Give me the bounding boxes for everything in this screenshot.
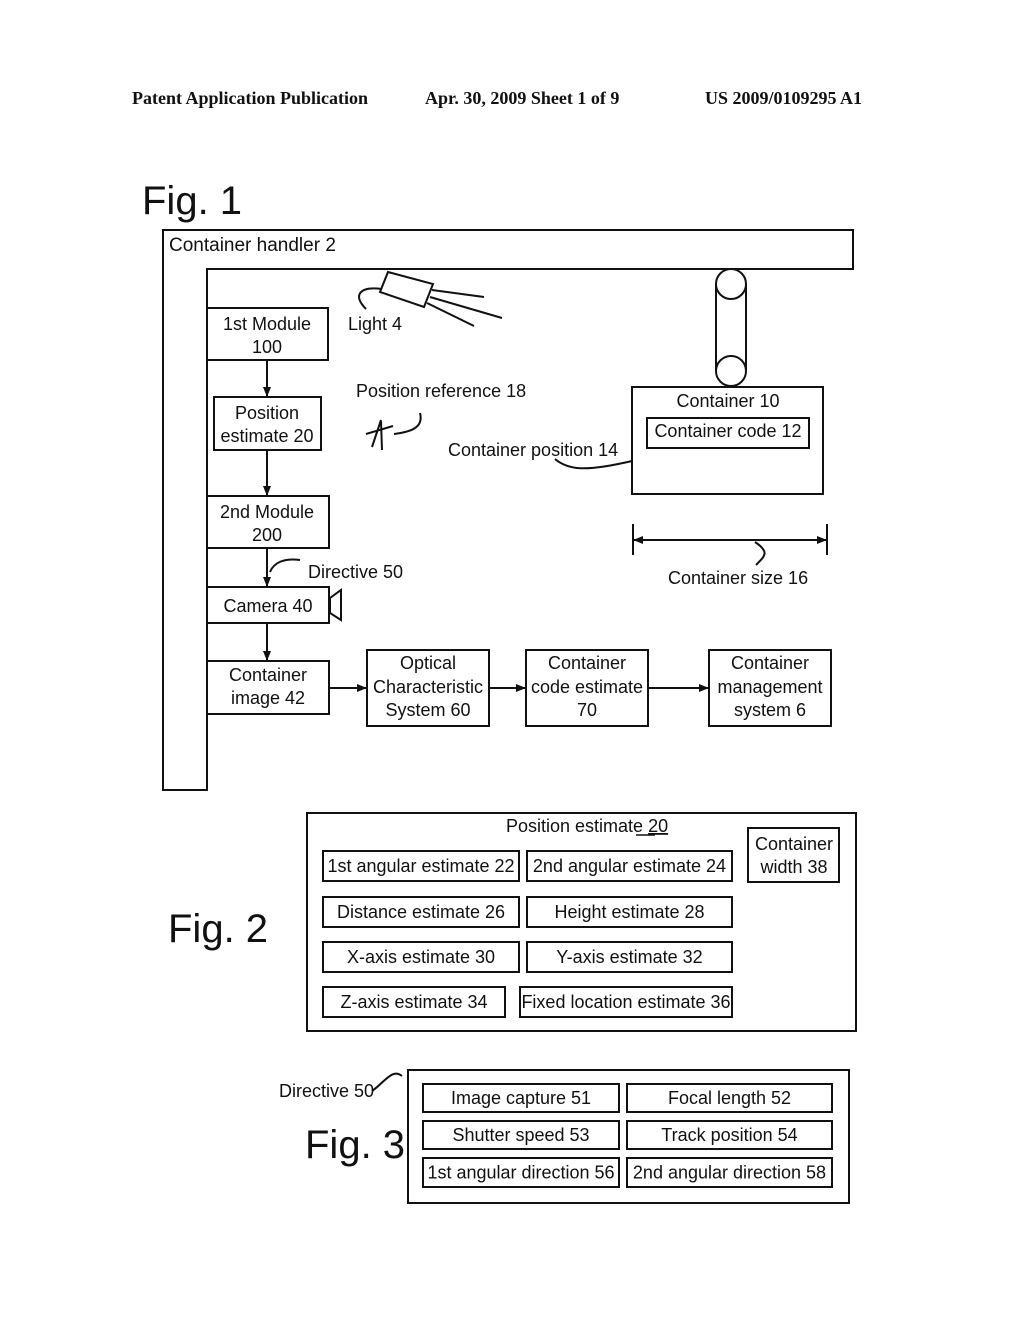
position-estimate-line1: Position — [235, 403, 299, 423]
management-line3: system 6 — [734, 700, 806, 720]
fig2-label: Fig. 2 — [168, 907, 268, 951]
second-module-line2: 200 — [252, 525, 282, 545]
directive-item-label: Focal length 52 — [668, 1088, 791, 1108]
fig3-directive-label: Directive 50 — [279, 1081, 374, 1101]
camera-box: Camera 40 — [206, 586, 342, 624]
position-estimate-box: Position estimate 20 — [213, 396, 322, 451]
container-label: Container 10 — [676, 391, 779, 411]
position-estimate-item: 1st angular estimate 22 — [322, 850, 520, 882]
camera-label: Camera 40 — [223, 596, 312, 616]
position-estimate-item: Height estimate 28 — [526, 896, 733, 928]
camera-lens-icon — [329, 588, 342, 622]
directive-item: Track position 54 — [626, 1120, 833, 1150]
position-estimate-item: Distance estimate 26 — [322, 896, 520, 928]
patent-drawing: Fig. 1 Container handler 2 Light 4 1st M… — [142, 179, 857, 1204]
container-box: Container 10 Container code 12 — [631, 386, 824, 495]
position-estimate-item-label: 1st angular estimate 22 — [327, 856, 514, 876]
first-module-line2: 100 — [252, 337, 282, 357]
light-label: Light 4 — [348, 314, 402, 334]
container-image-line2: image 42 — [231, 688, 305, 708]
first-module-line1: 1st Module — [223, 314, 311, 334]
position-estimate-item: Fixed location estimate 36 — [519, 986, 733, 1018]
management-box: Container management system 6 — [708, 649, 832, 727]
position-reference-marker-icon — [365, 412, 422, 451]
container-position-leader — [554, 458, 633, 470]
container-position-label: Container position 14 — [448, 440, 618, 460]
code-estimate-box: Container code estimate 70 — [525, 649, 649, 727]
directive-item-label: Image capture 51 — [451, 1088, 591, 1108]
second-module-line1: 2nd Module — [220, 502, 314, 522]
code-estimate-line2: code estimate — [531, 677, 643, 697]
fig3-label: Fig. 3 — [305, 1123, 405, 1167]
first-module-box: 1st Module 100 — [206, 307, 329, 361]
container-width-line1: Container — [755, 834, 833, 854]
position-estimate-item-label: Fixed location estimate 36 — [521, 992, 730, 1012]
management-line1: Container — [731, 653, 809, 673]
position-estimate-item: 2nd angular estimate 24 — [526, 850, 733, 882]
directive-item: Shutter speed 53 — [422, 1120, 620, 1150]
ocs-line2: Characteristic — [373, 677, 483, 697]
position-estimate-item-label: X-axis estimate 30 — [347, 947, 495, 967]
fig2-heading-text: Position estimate — [506, 816, 648, 836]
container-size-dimension — [632, 524, 828, 566]
position-estimate-item-label: Height estimate 28 — [554, 902, 704, 922]
position-estimate-item-label: Y-axis estimate 32 — [556, 947, 702, 967]
container-handler-label: Container handler 2 — [169, 235, 336, 256]
ocs-line1: Optical — [400, 653, 456, 673]
position-estimate-item: X-axis estimate 30 — [322, 941, 520, 973]
position-estimate-item: Z-axis estimate 34 — [322, 986, 506, 1018]
directive-item-label: Shutter speed 53 — [452, 1125, 589, 1145]
position-estimate-line2: estimate 20 — [220, 426, 313, 446]
ocs-line3: System 60 — [385, 700, 470, 720]
code-estimate-line3: 70 — [577, 700, 597, 720]
container-image-box: Container image 42 — [206, 660, 330, 715]
position-reference-label: Position reference 18 — [356, 381, 526, 401]
directive-leader — [269, 558, 301, 573]
directive-item: 2nd angular direction 58 — [626, 1157, 833, 1188]
position-estimate-item-label: Z-axis estimate 34 — [340, 992, 487, 1012]
container-width-line2: width 38 — [759, 857, 827, 877]
fig2-heading-ref: 20 — [648, 816, 668, 836]
directive-item-label: 1st angular direction 56 — [427, 1163, 614, 1183]
container-size-label: Container size 16 — [668, 568, 808, 588]
directive-label: Directive 50 — [308, 562, 403, 582]
directive-item: Focal length 52 — [626, 1083, 833, 1113]
hoist-icon — [715, 268, 747, 387]
ocs-box: Optical Characteristic System 60 — [366, 649, 490, 727]
fig3-items: Image capture 51 Focal length 52 Shutter s… — [422, 1083, 833, 1188]
position-estimate-item-label: Distance estimate 26 — [337, 902, 505, 922]
directive-item-label: Track position 54 — [661, 1125, 797, 1145]
position-estimate-item: Y-axis estimate 32 — [526, 941, 733, 973]
fig3-directive-leader — [371, 1072, 403, 1092]
second-module-box: 2nd Module 200 — [206, 495, 330, 549]
container-code-label: Container code 12 — [654, 421, 801, 441]
management-line2: management — [717, 677, 822, 697]
position-estimate-item-label: 2nd angular estimate 24 — [533, 856, 726, 876]
directive-item: Image capture 51 — [422, 1083, 620, 1113]
fig1-label: Fig. 1 — [142, 179, 242, 223]
code-estimate-line1: Container — [548, 653, 626, 673]
container-image-line1: Container — [229, 665, 307, 685]
container-width-box: Container width 38 — [747, 827, 840, 883]
directive-item: 1st angular direction 56 — [422, 1157, 620, 1188]
fig2-heading: Position estimate 20 — [506, 816, 668, 836]
directive-item-label: 2nd angular direction 58 — [633, 1163, 826, 1183]
